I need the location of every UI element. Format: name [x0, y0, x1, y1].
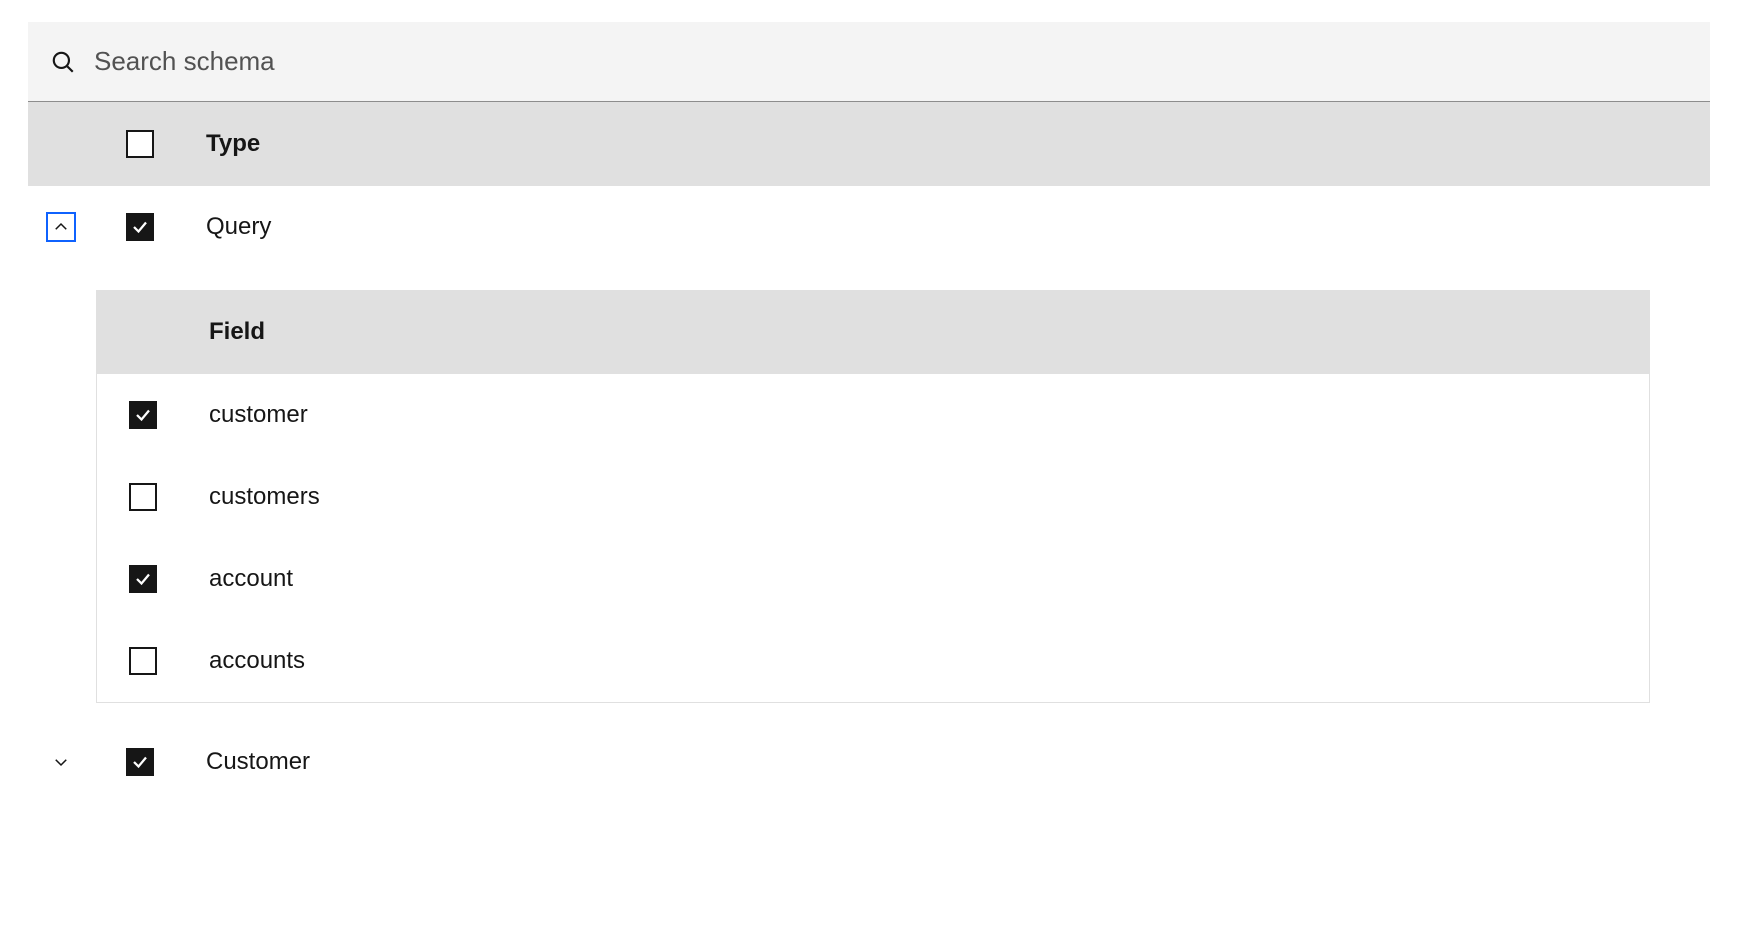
expand-toggle-query[interactable] — [46, 212, 76, 242]
search-bar — [28, 22, 1710, 102]
schema-container: Type Query Field — [0, 0, 1738, 803]
checkmark-icon — [134, 570, 152, 588]
checkbox-account[interactable] — [129, 565, 157, 593]
search-icon — [50, 49, 76, 75]
expand-toggle-customer[interactable] — [46, 747, 76, 777]
field-row-customers: customers — [97, 456, 1649, 538]
select-all-types-checkbox[interactable] — [126, 130, 154, 158]
checkbox-customer-type[interactable] — [126, 748, 154, 776]
type-header-row: Type — [28, 102, 1710, 186]
checkbox-accounts[interactable] — [129, 647, 157, 675]
checkmark-icon — [134, 406, 152, 424]
fields-panel-query: Field customer customers — [96, 290, 1650, 703]
type-column-header: Type — [206, 130, 260, 158]
field-label: customers — [209, 483, 320, 511]
field-row-account: account — [97, 538, 1649, 620]
type-row-customer: Customer — [28, 721, 1710, 803]
checkbox-query[interactable] — [126, 213, 154, 241]
field-row-accounts: accounts — [97, 620, 1649, 702]
field-row-customer: customer — [97, 374, 1649, 456]
field-column-header: Field — [209, 318, 265, 346]
field-header-row: Field — [97, 290, 1649, 374]
checkmark-icon — [131, 218, 149, 236]
checkbox-customers[interactable] — [129, 483, 157, 511]
field-label: customer — [209, 401, 308, 429]
type-label: Query — [206, 213, 271, 241]
field-label: account — [209, 565, 293, 593]
type-row-query: Query — [28, 186, 1710, 268]
chevron-up-icon — [52, 218, 70, 236]
search-input[interactable] — [94, 46, 1688, 77]
type-label: Customer — [206, 748, 310, 776]
checkbox-customer[interactable] — [129, 401, 157, 429]
checkmark-icon — [131, 753, 149, 771]
chevron-down-icon — [52, 753, 70, 771]
field-label: accounts — [209, 647, 305, 675]
